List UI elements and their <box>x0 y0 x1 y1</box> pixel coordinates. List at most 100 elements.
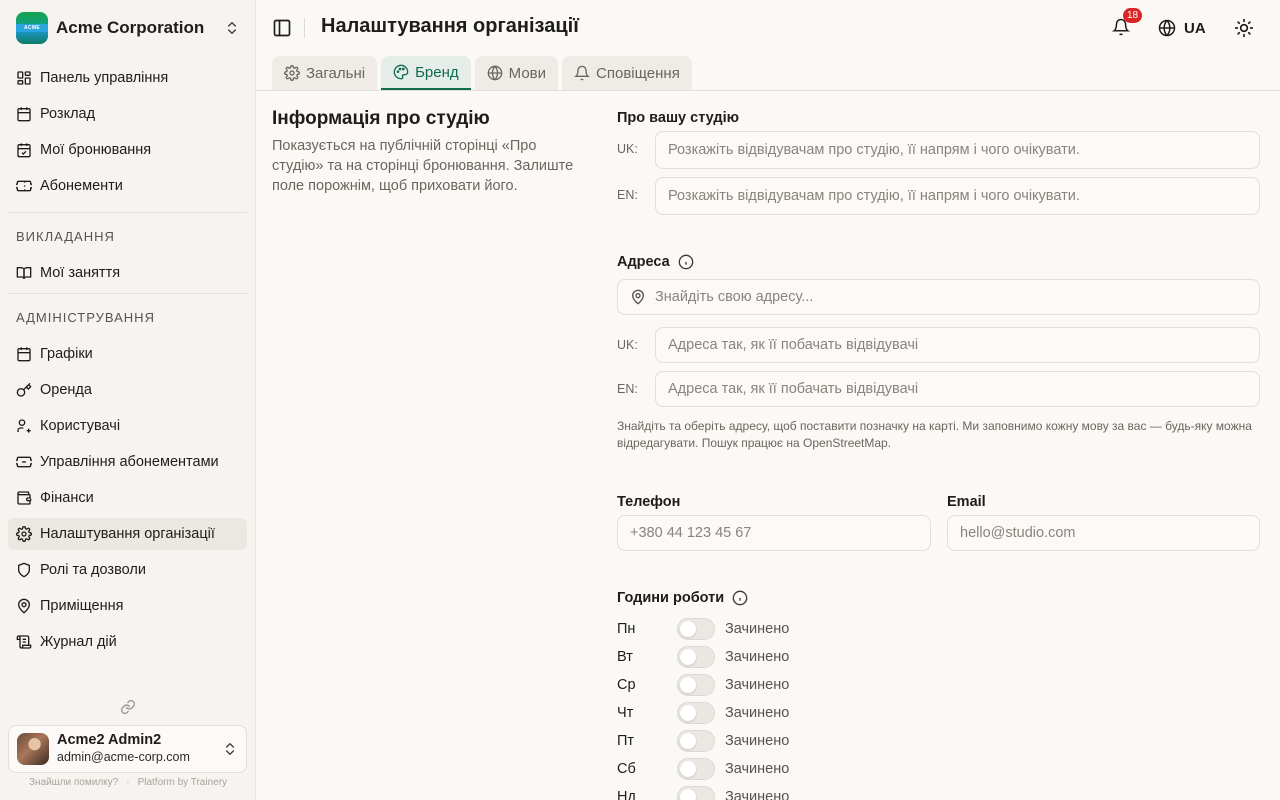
sidebar-item-dashboard[interactable]: Панель управління <box>8 62 247 94</box>
phone-input[interactable]: +380 44 123 45 67 <box>617 515 931 551</box>
day-label: Ср <box>617 677 636 693</box>
tabs-divider <box>256 90 1280 91</box>
address-en-row: EN: Адреса так, як її побачать відвідува… <box>617 371 1260 407</box>
sidebar-item-schedules[interactable]: Графіки <box>8 338 247 370</box>
about-label-row: Про вашу студію <box>617 110 1260 126</box>
address-uk-input[interactable]: Адреса так, як її побачать відвідувачі <box>655 327 1260 363</box>
sidebar-item-premises[interactable]: Приміщення <box>8 590 247 622</box>
sidebar-item-membership-management[interactable]: Управління абонементами <box>8 446 247 478</box>
report-bug-link[interactable]: Знайшли помилку? <box>29 777 118 788</box>
calendar-icon <box>17 107 31 122</box>
sidebar-item-my-classes[interactable]: Мої заняття <box>8 257 247 289</box>
day-status: Зачинено <box>725 621 790 637</box>
hours-row-tue: Вт Зачинено <box>617 643 917 671</box>
day-status: Зачинено <box>725 649 790 665</box>
hours-row-sun: Нд Зачинено <box>617 783 917 800</box>
day-open-toggle[interactable] <box>677 702 715 724</box>
user-email: admin@acme-corp.com <box>57 750 190 764</box>
sidebar-panel-icon <box>273 19 291 37</box>
calendar-check-icon <box>17 143 31 158</box>
sidebar-item-users[interactable]: Користувачі <box>8 410 247 442</box>
day-open-toggle[interactable] <box>677 618 715 640</box>
about-uk-textarea[interactable]: Розкажіть відвідувачам про студію, її на… <box>655 131 1260 169</box>
sidebar-item-activity-log[interactable]: Журнал дій <box>8 626 247 658</box>
language-code: UA <box>1184 19 1206 37</box>
day-label: Сб <box>617 761 636 777</box>
address-uk-row: UK: Адреса так, як її побачать відвідува… <box>617 327 1260 363</box>
link-icon[interactable] <box>120 699 136 715</box>
sidebar-item-finance[interactable]: Фінанси <box>8 482 247 514</box>
day-label: Пн <box>617 621 636 637</box>
hours-label: Години роботи <box>617 590 725 606</box>
about-en-row: EN: Розкажіть відвідувачам про студію, ї… <box>617 177 1260 215</box>
email-input[interactable]: hello@studio.com <box>947 515 1260 551</box>
key-icon <box>16 382 32 397</box>
hours-row-mon: Пн Зачинено <box>617 615 917 643</box>
sidebar-item-my-bookings[interactable]: Мої бронювання <box>8 134 247 166</box>
address-en-input[interactable]: Адреса так, як її побачать відвідувачі <box>655 371 1260 407</box>
org-logo: ACME <box>16 12 48 44</box>
nav-teaching: ВИКЛАДАННЯ Мої заняття <box>8 225 247 293</box>
day-label: Вт <box>617 649 633 665</box>
org-name: Acme Corporation <box>56 18 205 37</box>
tickets-icon <box>16 456 32 468</box>
gear-icon <box>16 526 32 542</box>
chevron-up-down-icon <box>228 22 236 34</box>
day-open-toggle[interactable] <box>677 646 715 668</box>
info-icon[interactable] <box>678 254 694 270</box>
sidebar-item-memberships[interactable]: Абонементи <box>8 170 247 202</box>
hours-row-sat: Сб Зачинено <box>617 755 917 783</box>
tab-brand[interactable]: Бренд <box>381 56 471 90</box>
day-open-toggle[interactable] <box>677 674 715 696</box>
lang-tag-en: EN: <box>617 188 638 202</box>
sidebar-item-roles[interactable]: Ролі та дозволи <box>8 554 247 586</box>
sidebar-divider <box>8 212 247 213</box>
bell-icon <box>574 65 591 81</box>
wallet-icon <box>17 491 32 505</box>
lang-tag-en: EN: <box>617 382 638 396</box>
theme-toggle-button[interactable] <box>1234 18 1254 38</box>
hours-row-wed: Ср Зачинено <box>617 671 917 699</box>
about-label: Про вашу студію <box>617 110 739 126</box>
shield-icon <box>18 562 30 578</box>
address-label: Адреса <box>617 254 670 270</box>
sidebar-footer: Знайшли помилку? · Platform by Trainery <box>28 777 228 788</box>
address-search-input[interactable]: Знайдіть свою адресу... <box>617 279 1260 315</box>
sidebar-item-schedule[interactable]: Розклад <box>8 98 247 130</box>
tab-languages[interactable]: Мови <box>474 56 559 90</box>
top-bar: Налаштування організації 18 UA <box>256 0 1280 56</box>
book-icon <box>16 267 32 280</box>
section-description: Показується на публічній сторінці «Про с… <box>272 138 574 194</box>
day-status: Зачинено <box>725 677 790 693</box>
tab-notifications[interactable]: Сповіщення <box>562 56 692 90</box>
day-open-toggle[interactable] <box>677 786 715 800</box>
dashboard-icon <box>17 71 31 85</box>
chevron-up-down-icon <box>226 743 234 755</box>
day-label: Пт <box>617 733 635 749</box>
sidebar-item-rentals[interactable]: Оренда <box>8 374 247 406</box>
phone-label: Телефон <box>617 494 681 510</box>
org-switcher[interactable]: ACME Acme Corporation <box>8 8 248 48</box>
email-label-row: Email <box>947 494 1260 510</box>
sidebar-toggle-button[interactable] <box>272 18 292 38</box>
nav-admin: АДМІНІСТРУВАННЯ Графіки Оренда Користува… <box>8 306 247 662</box>
user-menu[interactable]: Acme2 Admin2 admin@acme-corp.com <box>8 725 247 773</box>
day-open-toggle[interactable] <box>677 730 715 752</box>
language-switcher[interactable]: UA <box>1158 17 1206 39</box>
sun-icon <box>1234 18 1254 38</box>
day-status: Зачинено <box>725 733 790 749</box>
notification-count-badge: 18 <box>1123 8 1142 23</box>
day-open-toggle[interactable] <box>677 758 715 780</box>
calendar-grid-icon <box>17 347 31 362</box>
section-info: Інформація про студію Показується на пуб… <box>272 108 582 196</box>
info-icon[interactable] <box>732 590 748 606</box>
sidebar-divider <box>8 293 247 294</box>
about-en-textarea[interactable]: Розкажіть відвідувачам про студію, її на… <box>655 177 1260 215</box>
platform-link[interactable]: Platform by Trainery <box>138 777 227 788</box>
users-icon <box>17 419 31 433</box>
header-divider <box>304 18 305 38</box>
palette-icon <box>393 64 409 80</box>
tab-general[interactable]: Загальні <box>272 56 378 90</box>
sidebar-item-org-settings[interactable]: Налаштування організації <box>8 518 247 550</box>
map-pin-icon <box>17 598 31 614</box>
